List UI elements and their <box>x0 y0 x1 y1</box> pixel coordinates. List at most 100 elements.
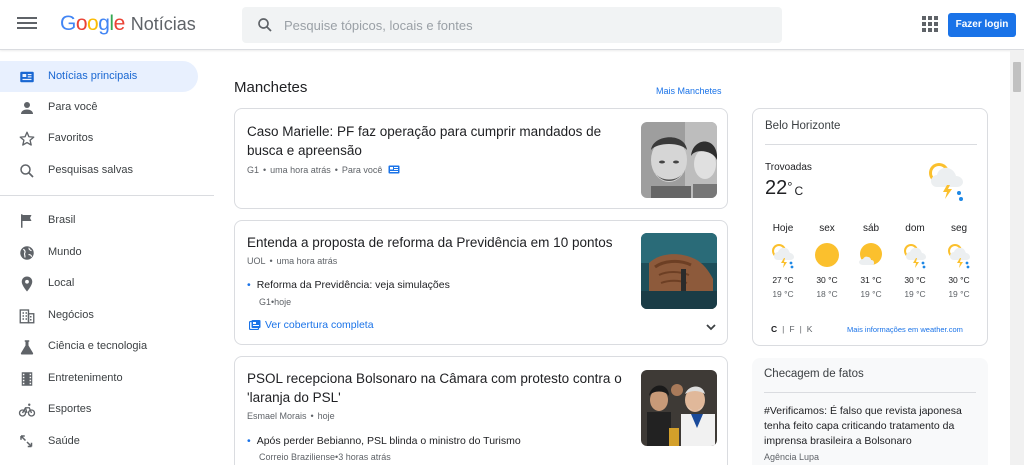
related-article-meta: Correio Braziliense•3 horas atrás <box>259 452 391 462</box>
fact-check-card: Checagem de fatos #Verificamos: É falso … <box>752 358 988 465</box>
search-icon <box>20 164 34 178</box>
weather-temperature: 22° C <box>765 177 803 200</box>
sidebar-item-label: Favoritos <box>48 132 94 144</box>
full-coverage-label: Ver cobertura completa <box>265 319 374 331</box>
forecast-day-name: seg <box>950 223 968 234</box>
page-scrollbar[interactable] <box>1010 50 1024 465</box>
article-title-line: Caso Marielle: PF faz operação para cump… <box>247 124 602 139</box>
sidebar-item-label: Negócios <box>48 309 94 321</box>
forecast-low: 19 °C <box>904 289 926 299</box>
article-title-line: Entenda a proposta de reforma da Previdê… <box>247 235 613 250</box>
sidebar-item-for-you[interactable]: Para você <box>0 92 198 123</box>
search-icon[interactable] <box>256 16 274 34</box>
related-article-meta: G1•hoje <box>259 297 292 307</box>
article-title[interactable]: Caso Marielle: PF faz operação para cump… <box>247 122 601 160</box>
sidebar-item-esportes[interactable]: Esportes <box>0 394 198 425</box>
logo-letter: o <box>75 12 88 35</box>
logo-letter: o <box>87 12 99 35</box>
related-article-title[interactable]: Após perder Bebianno, PSL blinda o minis… <box>247 435 521 447</box>
weather-divider <box>765 144 977 145</box>
chevron-down-icon[interactable] <box>705 321 717 333</box>
unit-celsius[interactable]: C <box>771 324 777 334</box>
sidebar-item-negocios[interactable]: Negócios <box>0 300 198 331</box>
article-tag: Para você <box>341 165 383 175</box>
star-icon <box>19 131 35 146</box>
forecast-day-name: Hoje <box>772 223 794 234</box>
google-news-logo[interactable]: Google Notícias <box>60 12 196 36</box>
health-icon <box>20 435 33 448</box>
person-icon <box>21 102 33 114</box>
article-title[interactable]: PSOL recepciona Bolsonaro na Câmara com … <box>247 369 622 407</box>
apps-grid-icon[interactable] <box>922 16 938 32</box>
related-article-source[interactable]: G1 <box>259 297 271 307</box>
sidebar-item-top-stories[interactable]: Notícias principais <box>0 61 198 92</box>
forecast-day: dom 30 °C 19 °C <box>897 223 933 299</box>
unit-switcher: C | F | K <box>771 324 812 334</box>
weather-city[interactable]: Belo Horizonte <box>765 120 840 132</box>
top-bar: GoogleNotícias Fazer login <box>0 0 1024 50</box>
fact-check-headline[interactable]: #Verificamos: É falso que revista japone… <box>764 404 974 449</box>
sidebar-item-label: Notícias principais <box>48 70 138 82</box>
forecast-low: 19 °C <box>772 289 794 299</box>
unit-kelvin[interactable]: K <box>807 324 813 334</box>
sidebar-item-label: Local <box>48 277 75 289</box>
forecast-high: 30 °C <box>904 275 926 285</box>
article-source[interactable]: Esmael Morais <box>247 411 307 421</box>
article-source[interactable]: UOL <box>247 256 266 266</box>
article-source[interactable]: G1 <box>247 165 259 175</box>
forecast-high: 27 °C <box>772 275 794 285</box>
article-thumbnail[interactable] <box>641 122 717 198</box>
partly-sunny-icon <box>859 243 882 265</box>
forecast-high: 30 °C <box>816 275 838 285</box>
forecast-low: 18 °C <box>816 289 838 299</box>
product-name: Notícias <box>130 14 196 34</box>
weather-temp-value: 22 <box>765 177 788 199</box>
forecast-day: sex 30 °C 18 °C <box>809 223 845 299</box>
article-time: uma hora atrás <box>276 256 338 266</box>
fact-check-divider <box>764 392 976 393</box>
sidebar-item-favorites[interactable]: Favoritos <box>0 123 198 154</box>
weather-temp-unit: C <box>794 184 804 198</box>
article-meta: UOL • uma hora atrás <box>247 256 338 266</box>
film-icon <box>21 372 33 386</box>
more-headlines-link[interactable]: Mais Manchetes <box>656 86 722 96</box>
login-button[interactable]: Fazer login <box>948 13 1016 37</box>
unit-fahrenheit[interactable]: F <box>789 324 794 334</box>
sidebar-item-local[interactable]: Local <box>0 268 198 299</box>
forecast-low: 19 °C <box>860 289 882 299</box>
full-coverage-link[interactable]: Ver cobertura completa <box>248 319 374 331</box>
sidebar-item-mundo[interactable]: Mundo <box>0 237 198 268</box>
sidebar-item-label: Brasil <box>48 214 76 226</box>
scrollbar-thumb[interactable] <box>1013 62 1021 92</box>
search-input[interactable] <box>284 7 764 43</box>
sidebar-item-entretenimento[interactable]: Entretenimento <box>0 363 198 394</box>
weather-card: Belo Horizonte Trovoadas 22° C Hoje 27 °C… <box>752 108 988 346</box>
menu-icon[interactable] <box>16 14 38 36</box>
sidebar-item-label: Mundo <box>48 246 82 258</box>
article-title[interactable]: Entenda a proposta de reforma da Previdê… <box>247 233 612 252</box>
sun-icon <box>815 243 839 267</box>
storm-icon <box>772 244 794 269</box>
flag-icon <box>21 214 32 228</box>
weather-more-info-link[interactable]: Mais informações em weather.com <box>847 325 963 334</box>
sidebar-item-brasil[interactable]: Brasil <box>0 205 198 236</box>
sidebar-item-saved-searches[interactable]: Pesquisas salvas <box>0 155 198 186</box>
article-title-line: 'laranja do PSL' <box>247 390 341 405</box>
related-article-source[interactable]: Correio Braziliense <box>259 452 335 462</box>
related-article-title[interactable]: Reforma da Previdência: veja simulações <box>247 279 450 291</box>
article-thumbnail[interactable] <box>641 233 717 309</box>
location-pin-icon <box>21 276 33 292</box>
sidebar: Notícias principais Para você Favoritos … <box>0 50 214 465</box>
fact-check-source[interactable]: Agência Lupa <box>764 452 819 462</box>
unit-separator: | <box>799 324 802 334</box>
sidebar-item-saude[interactable]: Saúde <box>0 426 198 457</box>
search-box[interactable] <box>242 7 782 43</box>
sidebar-item-label: Pesquisas salvas <box>48 164 133 176</box>
logo-letter: e <box>113 12 126 35</box>
article-thumbnail[interactable] <box>641 370 717 446</box>
forecast-low: 19 °C <box>948 289 970 299</box>
sidebar-item-label: Entretenimento <box>48 372 123 384</box>
article-time: hoje <box>317 411 335 421</box>
sidebar-item-ciencia[interactable]: Ciência e tecnologia <box>0 331 198 362</box>
weather-degree-symbol: ° <box>787 179 793 194</box>
